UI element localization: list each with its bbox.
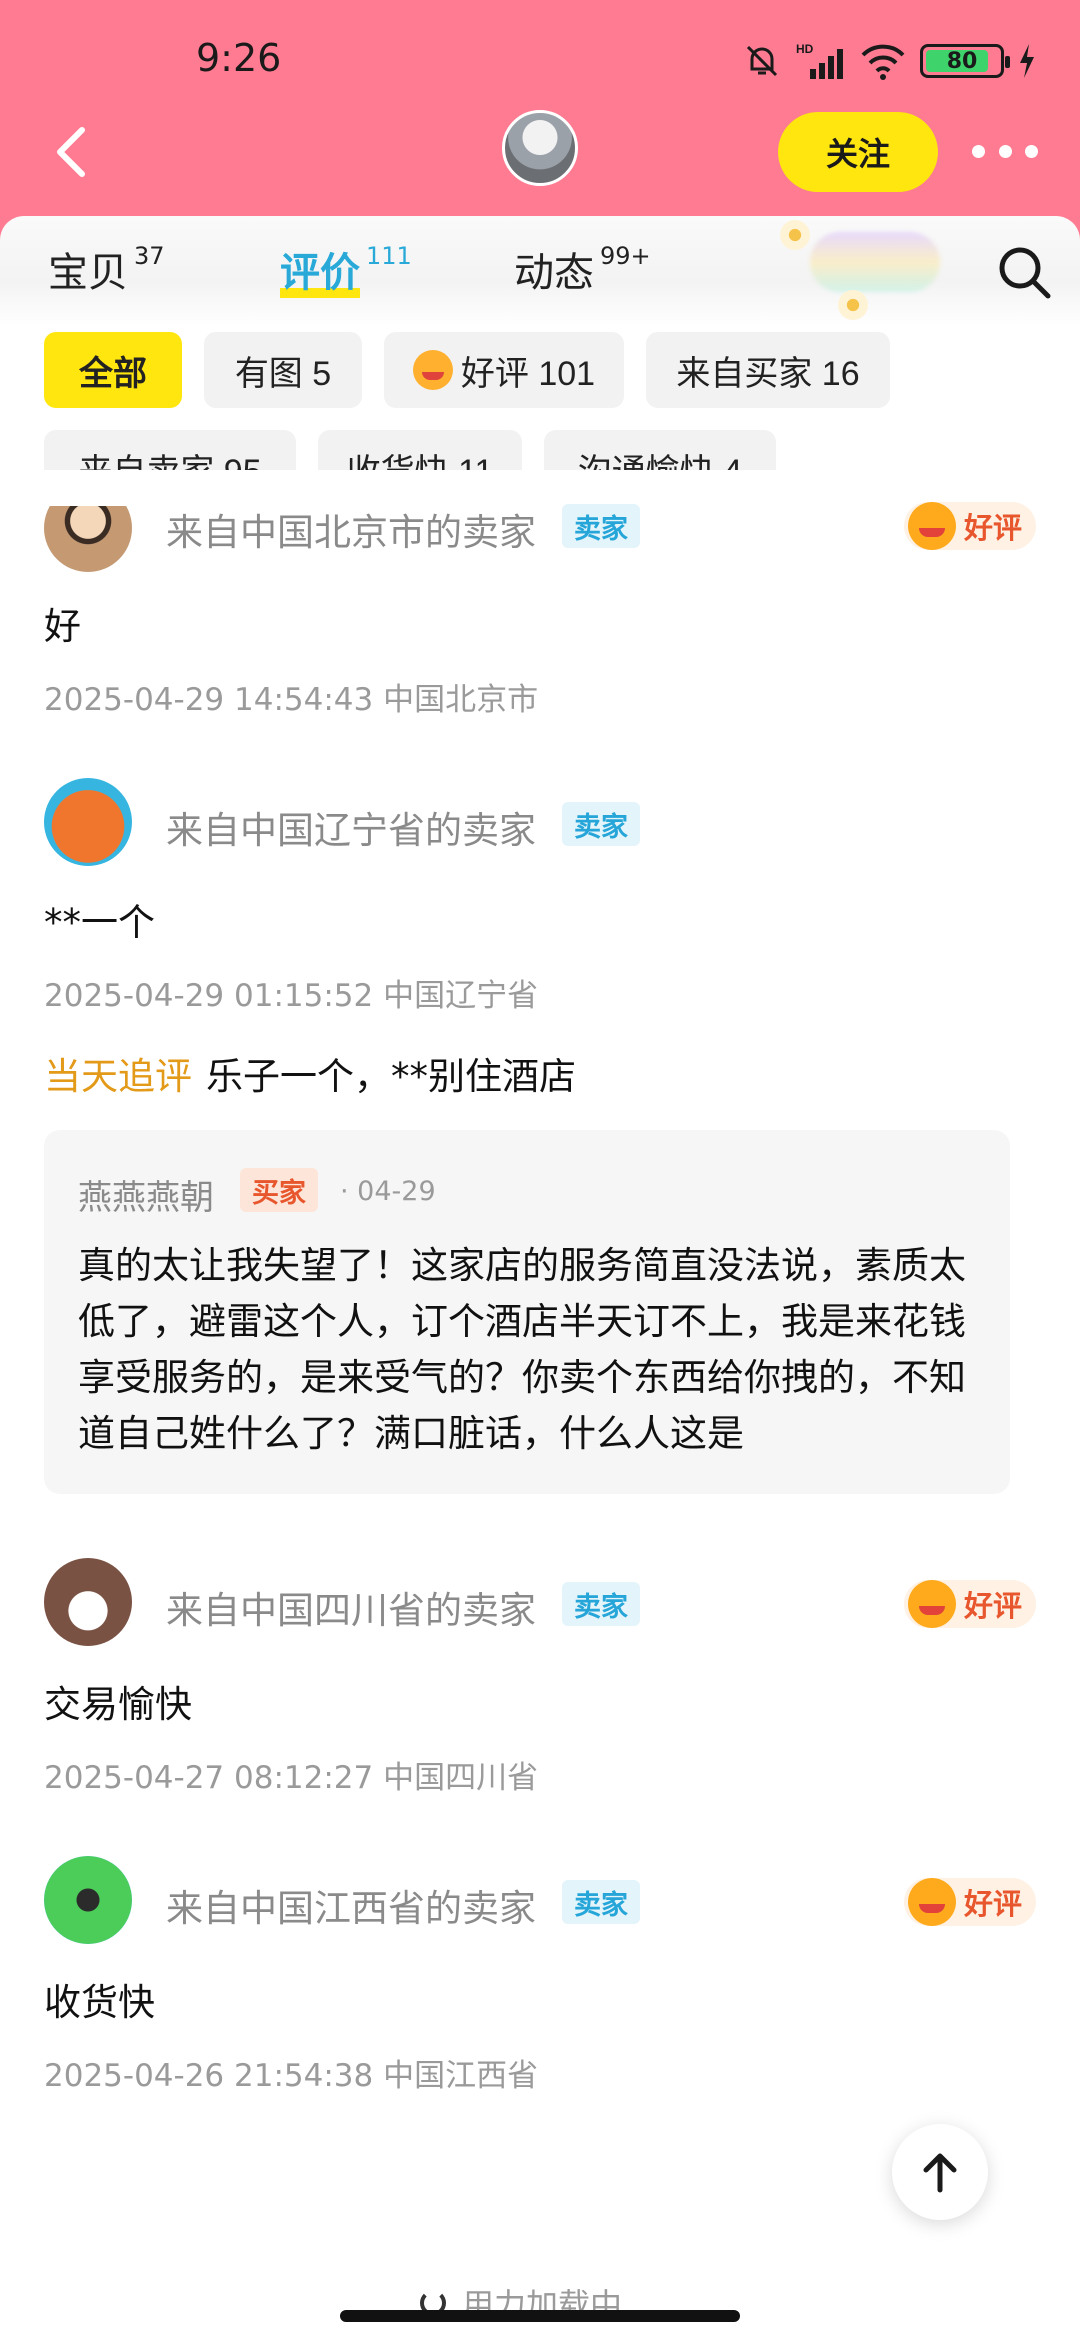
review-text: 交易愉快 xyxy=(44,1683,192,1726)
tab-count: 111 xyxy=(366,242,412,270)
good-review-badge: 好评 xyxy=(904,1878,1036,1926)
good-review-badge: 好评 xyxy=(904,502,1036,550)
signal-icon: HD xyxy=(796,42,843,79)
badge-label: 好评 xyxy=(964,1589,1023,1623)
tab-label: 评价 xyxy=(280,240,360,298)
reviewer-avatar[interactable] xyxy=(44,778,132,866)
more-icon[interactable] xyxy=(972,136,1038,166)
badge-label: 好评 xyxy=(964,511,1023,545)
scroll-to-top-button[interactable] xyxy=(892,2124,988,2220)
followup-text: 乐子一个，**别住酒店 xyxy=(206,1055,576,1098)
mute-bell-icon xyxy=(746,45,778,77)
followup-label: 当天追评 xyxy=(44,1055,192,1098)
review-meta: 2025-04-29 14:54:43 中国北京市 xyxy=(44,682,539,718)
reviewer-name: 来自中国江西省的卖家 xyxy=(166,1887,536,1930)
reviewer-name: 来自中国辽宁省的卖家 xyxy=(166,809,536,852)
search-button[interactable] xyxy=(994,242,1054,302)
tab-count: 37 xyxy=(134,242,165,270)
home-indicator[interactable] xyxy=(340,2310,740,2322)
charging-icon xyxy=(1020,44,1034,78)
smile-face-icon xyxy=(908,502,956,550)
network-label: HD xyxy=(796,42,814,56)
tab-label: 宝贝 xyxy=(48,250,128,296)
review-meta: 2025-04-29 01:15:52 中国辽宁省 xyxy=(44,978,539,1014)
reviewer-avatar[interactable] xyxy=(44,1856,132,1944)
reviewer-name: 来自中国北京市的卖家 xyxy=(166,511,536,554)
buyer-tag: 买家 xyxy=(240,1168,318,1212)
review-text: 好 xyxy=(44,605,81,648)
role-tag: 卖家 xyxy=(562,1880,640,1924)
arrow-up-icon xyxy=(923,2153,957,2193)
scroll-mask xyxy=(0,470,1080,506)
battery-indicator: 80 xyxy=(920,44,1010,78)
reviewer-avatar[interactable] xyxy=(44,1558,132,1646)
review-text: 收货快 xyxy=(44,1981,155,2024)
flower-decoration xyxy=(780,220,810,250)
reviewer-name: 来自中国四川省的卖家 xyxy=(166,1589,536,1632)
tab-reviews[interactable]: 评价 111 xyxy=(280,240,412,298)
review-meta: 2025-04-26 21:54:38 中国江西省 xyxy=(44,2058,539,2094)
status-icons: HD 80 xyxy=(742,38,1036,84)
back-arrow-icon xyxy=(57,127,85,177)
follow-button[interactable]: 关注 xyxy=(778,112,938,192)
wifi-icon xyxy=(861,44,905,80)
review-text: **一个 xyxy=(44,901,155,944)
reply-date: · 04-29 xyxy=(340,1176,436,1207)
filter-label: 好评 101 xyxy=(460,354,596,393)
header-bar: 9:26 HD 80 关注 xyxy=(0,0,1080,240)
flower-decoration xyxy=(838,290,868,320)
tab-items[interactable]: 宝贝 37 xyxy=(48,240,165,298)
tab-label: 动态 xyxy=(514,250,594,296)
filter-good-reviews[interactable]: 好评 101 xyxy=(384,332,624,408)
role-tag: 卖家 xyxy=(562,504,640,548)
tab-moments[interactable]: 动态 99+ xyxy=(514,240,651,298)
reply-username[interactable]: 燕燕燕朝 xyxy=(78,1170,214,1219)
review-meta: 2025-04-27 08:12:27 中国四川省 xyxy=(44,1760,539,1796)
filter-from-buyers[interactable]: 来自买家 16 xyxy=(646,332,890,408)
smile-face-icon xyxy=(908,1580,956,1628)
good-review-badge: 好评 xyxy=(904,1580,1036,1628)
smile-face-icon xyxy=(412,350,453,390)
search-icon xyxy=(999,247,1051,299)
role-tag: 卖家 xyxy=(562,1582,640,1626)
filter-all[interactable]: 全部 xyxy=(44,332,182,408)
battery-level: 80 xyxy=(946,48,978,74)
badge-label: 好评 xyxy=(964,1887,1023,1921)
followup-review: 当天追评 乐子一个，**别住酒店 xyxy=(44,1046,576,1100)
filter-with-images[interactable]: 有图 5 xyxy=(204,332,362,408)
decoration-rainbow xyxy=(810,232,940,292)
reply-text: 真的太让我失望了！这家店的服务简直没法说，素质太低了，避雷这个人，订个酒店半天订… xyxy=(78,1244,966,1455)
buyer-reply-box: 燕燕燕朝 买家 · 04-29 真的太让我失望了！这家店的服务简直没法说，素质太… xyxy=(44,1130,1010,1494)
shop-avatar[interactable] xyxy=(502,110,578,186)
smile-face-icon xyxy=(908,1878,956,1926)
tab-count: 99+ xyxy=(600,242,651,270)
status-time: 9:26 xyxy=(196,36,282,80)
back-button[interactable] xyxy=(46,116,106,186)
role-tag: 卖家 xyxy=(562,802,640,846)
